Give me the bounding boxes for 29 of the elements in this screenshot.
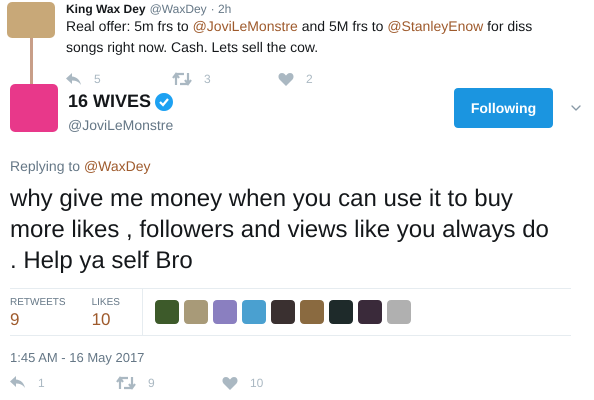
thread-line (30, 38, 32, 84)
retweet-icon (116, 376, 136, 390)
reply-icon (10, 376, 26, 389)
user-name[interactable]: 16 WIVES (68, 88, 152, 115)
liker-avatar[interactable] (358, 300, 382, 324)
mention-link[interactable]: @JoviLeMonstre (192, 18, 298, 34)
mention-link[interactable]: @WaxDey (84, 158, 151, 174)
replying-label: Replying to (10, 158, 82, 174)
tweet-timestamp: 1:45 AM - 16 May 2017 (9, 349, 146, 367)
liker-avatar[interactable] (154, 300, 179, 324)
tweet-text: Real offer: 5m frs to @JoviLeMonstre and 5M frs to @StanleyEnow for diss songs right now. Cash. Lets sell the cow. (66, 17, 534, 57)
user-handle[interactable]: @JoviLeMonstre (68, 115, 454, 136)
stat-count[interactable]: 10 (92, 310, 120, 330)
stat-label: LIKES (92, 296, 120, 310)
mention-link[interactable]: @StanleyEnow (387, 18, 484, 34)
photo-placeholder (7, 2, 55, 38)
heart-icon (278, 72, 294, 86)
reply-icon (66, 72, 82, 86)
liker-avatar[interactable] (270, 300, 295, 324)
retweet-icon (172, 72, 192, 86)
tweet-time: · 2h (210, 2, 232, 16)
stat-label: RETWEETS (10, 296, 66, 310)
user-handle[interactable]: @WaxDey (150, 2, 207, 16)
stat-count[interactable]: 9 (10, 310, 66, 330)
liker-avatar[interactable] (328, 300, 353, 324)
heart-icon (222, 376, 238, 390)
following-button[interactable]: Following (454, 88, 553, 128)
tweet-text: why give me money when you can use it to buy more likes , followers and views like you always do . Help ya self Bro (9, 184, 550, 276)
user-name[interactable]: King Wax Dey (66, 2, 146, 16)
